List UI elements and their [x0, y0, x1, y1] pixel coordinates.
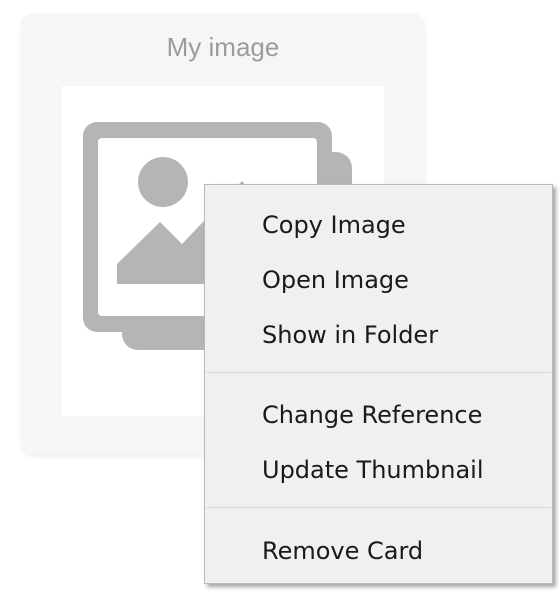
context-menu: Copy Image Open Image Show in Folder Cha…	[204, 184, 553, 584]
menu-separator	[206, 507, 551, 508]
menu-separator	[206, 372, 551, 373]
menu-item-copy-image[interactable]: Copy Image	[205, 200, 552, 250]
menu-item-change-reference[interactable]: Change Reference	[205, 390, 552, 440]
menu-item-open-image[interactable]: Open Image	[205, 255, 552, 305]
menu-item-remove-card[interactable]: Remove Card	[205, 526, 552, 576]
menu-item-update-thumbnail[interactable]: Update Thumbnail	[205, 445, 552, 495]
card-title: My image	[166, 32, 280, 62]
menu-item-show-in-folder[interactable]: Show in Folder	[205, 310, 552, 360]
